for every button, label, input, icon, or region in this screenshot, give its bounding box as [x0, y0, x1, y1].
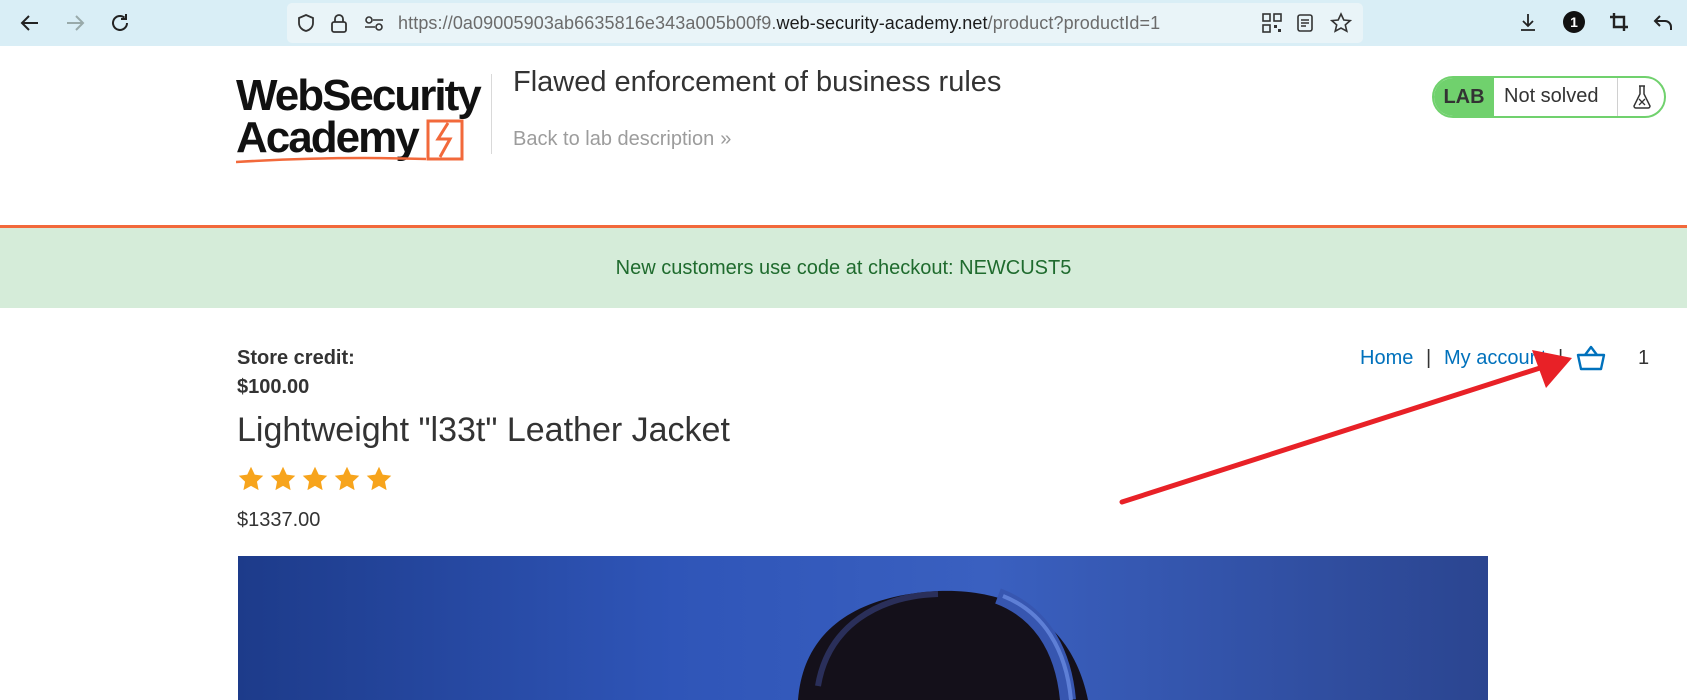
- lab-status-widget[interactable]: LAB Not solved: [1432, 76, 1666, 118]
- nav-separator: |: [1426, 347, 1432, 369]
- forward-arrow-icon[interactable]: [60, 8, 90, 38]
- bookmark-star-icon[interactable]: [1330, 12, 1352, 34]
- web-security-academy-logo[interactable]: WebSecurity Academy: [235, 68, 486, 173]
- reader-view-icon[interactable]: [1296, 13, 1314, 33]
- product-price: $1337.00: [237, 509, 321, 531]
- store-credit-label: Store credit:: [237, 347, 355, 369]
- undo-icon[interactable]: [1652, 11, 1674, 33]
- url-text[interactable]: https://0a09005903ab6635816e343a005b00f9…: [398, 13, 1160, 34]
- promo-notice-text: New customers use code at checkout: NEWC…: [615, 256, 1072, 279]
- shield-icon[interactable]: [296, 13, 316, 33]
- reload-icon[interactable]: [105, 8, 135, 38]
- product-photo-person-with-headphones: [798, 588, 1088, 700]
- site-settings-icon[interactable]: [363, 13, 385, 33]
- product-rating: [237, 465, 393, 493]
- lab-status-text: Not solved: [1504, 85, 1599, 107]
- star-icon: [334, 466, 360, 491]
- lab-title: Flawed enforcement of business rules: [513, 66, 1002, 98]
- url-host: web-security-academy.net: [776, 13, 988, 33]
- download-icon[interactable]: [1517, 11, 1539, 33]
- lock-icon[interactable]: [330, 13, 348, 33]
- lab-badge: LAB: [1434, 78, 1494, 116]
- logo-line-2: Academy: [236, 113, 420, 162]
- store-credit-value: $100.00: [237, 376, 310, 398]
- url-prefix: https://0a09005903ab6635816e343a005b00f9…: [398, 13, 777, 33]
- url-path: /product?productId=1: [987, 13, 1161, 33]
- product-image: [238, 556, 1488, 700]
- flask-icon[interactable]: [1617, 78, 1664, 116]
- cart-item-count[interactable]: 1: [1638, 347, 1649, 370]
- back-to-lab-description-link[interactable]: Back to lab description»: [513, 128, 731, 151]
- back-arrow-icon[interactable]: [15, 8, 45, 38]
- nav-separator: |: [1558, 347, 1564, 369]
- crop-icon[interactable]: [1608, 11, 1630, 33]
- shopping-basket-icon[interactable]: [1575, 344, 1607, 372]
- lab-header: WebSecurity Academy Flawed enforcement o…: [0, 46, 1687, 228]
- qr-code-icon[interactable]: [1262, 13, 1282, 33]
- product-title: Lightweight "l33t" Leather Jacket: [237, 411, 730, 449]
- home-link-wrapper: Home: [1360, 347, 1413, 370]
- logo-bolt-mark: [435, 122, 453, 158]
- promo-notice-banner: New customers use code at checkout: NEWC…: [0, 228, 1687, 308]
- address-bar[interactable]: https://0a09005903ab6635816e343a005b00f9…: [287, 3, 1363, 43]
- star-icon: [366, 466, 392, 491]
- back-link-label: Back to lab description: [513, 128, 715, 150]
- profile-badge-icon[interactable]: 1: [1563, 11, 1585, 33]
- star-icon: [270, 466, 296, 491]
- home-link[interactable]: Home: [1360, 347, 1413, 369]
- my-account-link[interactable]: My account: [1444, 347, 1546, 369]
- double-chevron-right-icon: »: [720, 128, 732, 150]
- star-icon: [238, 466, 264, 491]
- header-divider: [491, 74, 492, 154]
- browser-toolbar: https://0a09005903ab6635816e343a005b00f9…: [0, 0, 1687, 47]
- my-account-link-wrapper: My account: [1444, 347, 1546, 370]
- star-icon: [302, 466, 328, 491]
